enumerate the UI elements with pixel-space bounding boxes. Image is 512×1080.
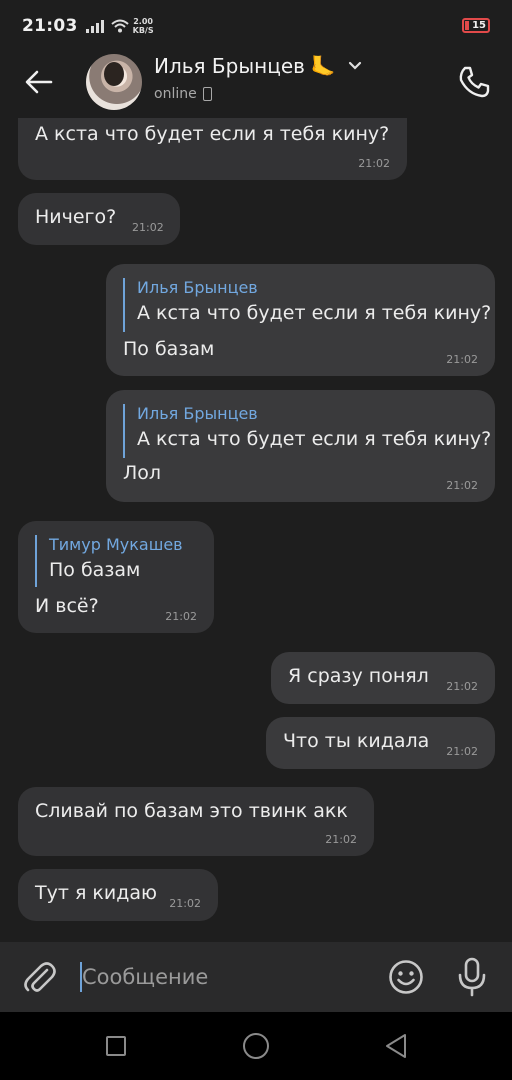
reply-author: Тимур Мукашев (49, 535, 183, 554)
message-bubble-in[interactable]: Тимур Мукашев По базам И всё? 21:02 (18, 521, 214, 633)
message-text: Лол (123, 462, 162, 484)
phone-icon[interactable] (456, 64, 492, 100)
message-text: Тут я кидаю (35, 882, 158, 904)
reply-quote[interactable]: Илья Брынцев А кста что будет если я теб… (123, 278, 491, 332)
network-speed-unit: KB/S (132, 26, 154, 35)
back-triangle-icon[interactable] (384, 1033, 408, 1059)
reply-quote[interactable]: Илья Брынцев А кста что будет если я теб… (123, 404, 491, 458)
avatar[interactable] (86, 54, 142, 110)
message-bubble-in[interactable]: Сливай по базам это твинк акк 21:02 (18, 787, 374, 856)
reply-text: А кста что будет если я тебя кину? (137, 302, 492, 324)
message-time: 21:02 (165, 610, 197, 623)
back-arrow-icon (25, 70, 53, 94)
reply-text: А кста что будет если я тебя кину? (137, 428, 492, 450)
contact-emoji: 🦶 (310, 54, 336, 78)
message-time: 21:02 (446, 745, 478, 758)
reply-quote[interactable]: Тимур Мукашев По базам (35, 535, 183, 587)
message-text: Что ты кидала (283, 730, 430, 752)
chat-header: Илья Брынцев 🦶 online (0, 52, 512, 118)
system-nav-bar (0, 1012, 512, 1080)
message-bubble-in[interactable]: Ничего? 21:02 (18, 193, 180, 245)
message-bubble-in[interactable]: А кста что будет если я тебя кину? 21:02 (18, 118, 407, 180)
message-time: 21:02 (446, 479, 478, 492)
message-bubble-out[interactable]: Илья Брынцев А кста что будет если я теб… (106, 264, 495, 376)
message-bubble-out[interactable]: Илья Брынцев А кста что будет если я теб… (106, 390, 495, 502)
message-text: А кста что будет если я тебя кину? (35, 123, 390, 145)
reply-author: Илья Брынцев (137, 404, 258, 423)
message-time: 21:02 (169, 897, 201, 910)
reply-text: По базам (49, 559, 141, 581)
message-time: 21:02 (446, 353, 478, 366)
contact-name-row[interactable]: Илья Брынцев 🦶 (154, 54, 362, 78)
message-time: 21:02 (132, 221, 164, 234)
battery-level: 15 (472, 20, 486, 31)
network-speed: 2.00 KB/S (133, 17, 154, 35)
contact-status: online (154, 86, 212, 102)
recent-apps-icon[interactable] (106, 1036, 126, 1056)
message-text: Я сразу понял (288, 665, 429, 687)
emoji-icon[interactable] (388, 959, 424, 995)
message-text: И всё? (35, 595, 99, 617)
chat-screen: 21:03 2.00 KB/S 15 Илья Брынцев 🦶 online… (0, 0, 512, 1080)
back-button[interactable] (22, 66, 56, 98)
message-text: По базам (123, 338, 215, 360)
message-list[interactable]: А кста что будет если я тебя кину? 21:02… (0, 118, 512, 942)
message-text: Сливай по базам это твинк акк (35, 800, 348, 822)
reply-author: Илья Брынцев (137, 278, 258, 297)
wifi-icon (110, 19, 129, 33)
chevron-down-icon[interactable] (348, 59, 362, 73)
battery-icon: 15 (462, 18, 490, 33)
paperclip-icon[interactable] (20, 958, 58, 996)
message-time: 21:02 (446, 680, 478, 693)
message-input[interactable] (82, 956, 372, 998)
message-time: 21:02 (358, 157, 390, 170)
contact-status-text: online (154, 86, 197, 102)
mobile-device-icon (202, 87, 212, 101)
message-bubble-out[interactable]: Я сразу понял 21:02 (271, 652, 495, 704)
message-composer (0, 942, 512, 1012)
status-bar: 21:03 2.00 KB/S 15 (0, 0, 512, 52)
contact-name: Илья Брынцев (154, 54, 305, 78)
message-time: 21:02 (325, 833, 357, 846)
microphone-icon[interactable] (455, 957, 489, 997)
message-bubble-in[interactable]: Тут я кидаю 21:02 (18, 869, 218, 921)
network-speed-value: 2.00 (133, 17, 153, 26)
home-icon[interactable] (243, 1033, 269, 1059)
signal-icon (85, 19, 104, 33)
status-time: 21:03 (22, 16, 78, 36)
message-bubble-out[interactable]: Что ты кидала 21:02 (266, 717, 495, 769)
message-text: Ничего? (35, 206, 117, 228)
